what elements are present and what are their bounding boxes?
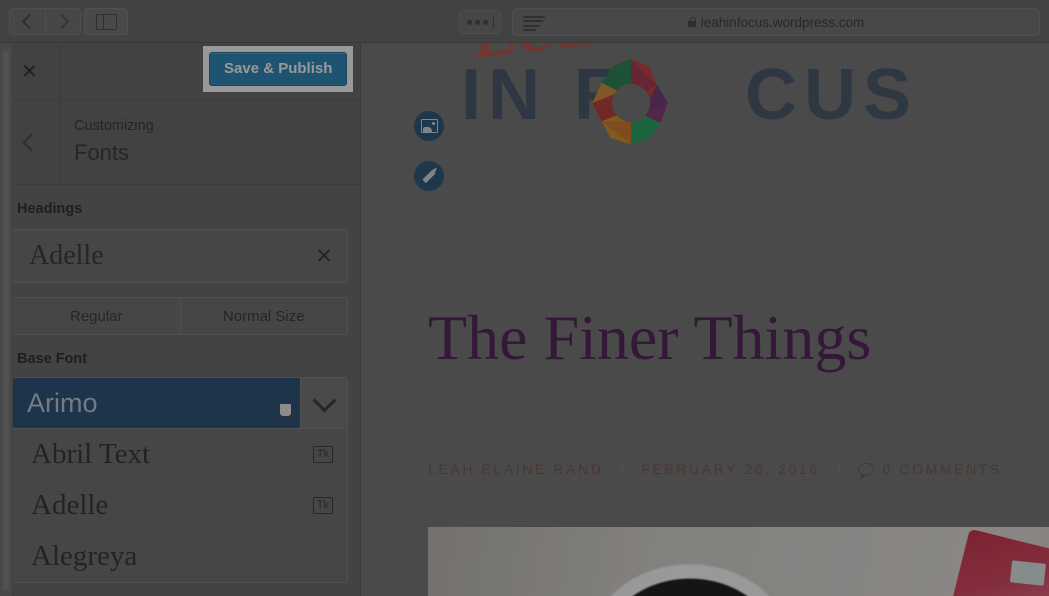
breadcrumb: Customizing	[74, 118, 154, 134]
headings-size-button[interactable]: Normal Size	[180, 297, 348, 335]
customizer-panel: ✕ Save & Publish Customizing Fonts Headi…	[0, 43, 361, 596]
back-button[interactable]	[9, 8, 45, 35]
post-meta: LEAH ELAINE RAND / FEBRUARY 26, 2016 / 0…	[428, 461, 1002, 480]
customizer-topbar: ✕ Save & Publish	[0, 43, 360, 101]
preview-edit-shortcuts	[414, 111, 444, 211]
base-font-dropdown-toggle[interactable]	[300, 378, 347, 428]
clear-icon[interactable]: ✕	[315, 244, 333, 269]
logo-block-cus: CUS	[745, 55, 919, 135]
post-featured-image[interactable]	[428, 527, 1049, 596]
site-preview: IN F CUS	[361, 43, 1049, 596]
address-bar[interactable]: leahinfocus.wordpress.com	[512, 8, 1040, 36]
sidebar-toggle-button[interactable]	[84, 8, 128, 35]
meta-separator: /	[620, 461, 625, 477]
post-comments-count[interactable]: 0 COMMENTS	[883, 461, 1002, 477]
font-option-label: Adelle	[31, 489, 109, 521]
chevron-right-icon	[53, 13, 70, 30]
post-title[interactable]: The Finer Things	[428, 306, 871, 370]
aperture-icon	[585, 57, 677, 149]
headings-font-field[interactable]: Adelle ✕	[12, 229, 348, 283]
scrollbar-thumb[interactable]	[3, 51, 9, 591]
headings-font-value: Adelle	[29, 240, 104, 271]
headings-weight-button[interactable]: Regular	[12, 297, 181, 335]
chevron-left-icon	[21, 13, 37, 30]
speech-bubble-icon	[857, 462, 874, 480]
nav-button-group	[9, 8, 81, 35]
headings-options-row: Regular Normal Size	[12, 297, 348, 335]
post-date[interactable]: FEBRUARY 26, 2016	[641, 461, 819, 477]
customizer-section-header: Customizing Fonts	[0, 101, 360, 185]
site-logo[interactable]: IN F CUS	[439, 43, 911, 171]
typekit-badge: Tk	[312, 497, 333, 514]
ellipsis-icon	[466, 19, 472, 25]
save-publish-button[interactable]: Save & Publish	[209, 52, 348, 86]
sidebar-scrollbar[interactable]	[0, 43, 13, 596]
base-font-dropdown-list: Abril Text Tk Adelle Tk Alegreya	[12, 429, 348, 583]
tab-overview-button[interactable]	[459, 10, 501, 34]
list-item[interactable]: Alegreya	[13, 531, 347, 582]
font-option-label: Alegreya	[31, 540, 138, 572]
browser-toolbar: leahinfocus.wordpress.com	[0, 0, 1049, 43]
headings-section-label: Headings	[17, 201, 83, 217]
chevron-left-icon	[22, 132, 41, 152]
save-publish-highlight: Save & Publish	[203, 46, 354, 92]
customizer-body: Headings Adelle ✕ Regular Normal Size Ba…	[0, 185, 360, 583]
base-font-selected-value[interactable]: Arimo	[13, 378, 300, 428]
site-header: IN F CUS	[361, 43, 1049, 191]
close-icon: ✕	[21, 60, 38, 83]
base-font-select[interactable]: Arimo Abril Text Tk Adelle Tk Alegreya	[12, 377, 348, 583]
lock-icon	[687, 17, 696, 27]
meta-separator: /	[836, 461, 841, 477]
font-option-label: Abril Text	[31, 438, 151, 470]
typekit-badge: Tk	[312, 446, 333, 463]
sidebar-toggle-icon	[95, 13, 117, 30]
pencil-edit-icon[interactable]	[414, 161, 444, 191]
chevron-down-icon	[311, 387, 337, 413]
list-item[interactable]: Adelle Tk	[13, 480, 347, 531]
forward-button[interactable]	[45, 8, 81, 35]
screenshot-root: leahinfocus.wordpress.com ✕ Save & Publi…	[0, 0, 1049, 596]
list-item[interactable]: Abril Text Tk	[13, 429, 347, 480]
post-author[interactable]: LEAH ELAINE RAND	[428, 461, 603, 477]
image-edit-icon[interactable]	[414, 111, 444, 141]
url-text: leahinfocus.wordpress.com	[700, 14, 865, 30]
base-font-section-label: Base Font	[17, 351, 88, 367]
mouse-cursor	[279, 403, 292, 417]
page-title: Fonts	[74, 140, 130, 165]
